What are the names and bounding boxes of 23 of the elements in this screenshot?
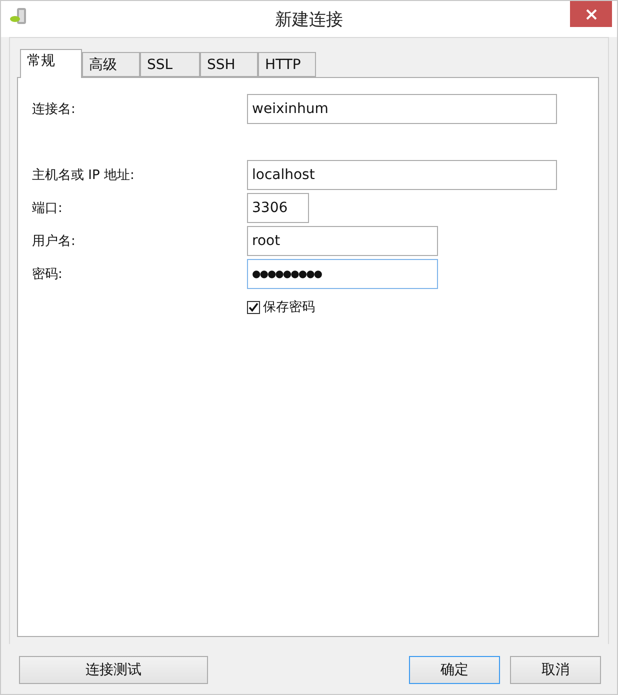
tab[interactable]: SSH	[200, 52, 258, 77]
field-label: 连接名:	[32, 101, 76, 118]
checkbox-label: 保存密码	[263, 299, 315, 316]
window-title: 新建连接	[275, 9, 343, 31]
password-field[interactable]: ●●●●●●●●●	[247, 259, 438, 289]
close-icon	[586, 8, 596, 20]
close-button[interactable]	[570, 1, 612, 27]
input-field[interactable]: weixinhum	[247, 94, 557, 124]
input-field[interactable]: 3306	[247, 193, 309, 223]
tab[interactable]: SSL	[140, 52, 200, 77]
checkbox[interactable]	[247, 300, 260, 314]
tab[interactable]: 常规	[20, 49, 82, 78]
input-field[interactable]: root	[247, 226, 438, 256]
tab[interactable]: 高级	[82, 52, 140, 77]
field-label: 主机名或 IP 地址:	[32, 167, 136, 184]
input-field[interactable]: localhost	[247, 160, 557, 190]
field-label: 端口:	[32, 200, 64, 217]
field-label: 用户名:	[32, 233, 76, 250]
dialog-button[interactable]: 取消	[510, 656, 601, 684]
dialog-button[interactable]: 确定	[409, 656, 500, 684]
dialog-button[interactable]: 连接测试	[19, 656, 208, 684]
tab[interactable]: HTTP	[258, 52, 316, 77]
field-label: 密码:	[32, 266, 64, 283]
